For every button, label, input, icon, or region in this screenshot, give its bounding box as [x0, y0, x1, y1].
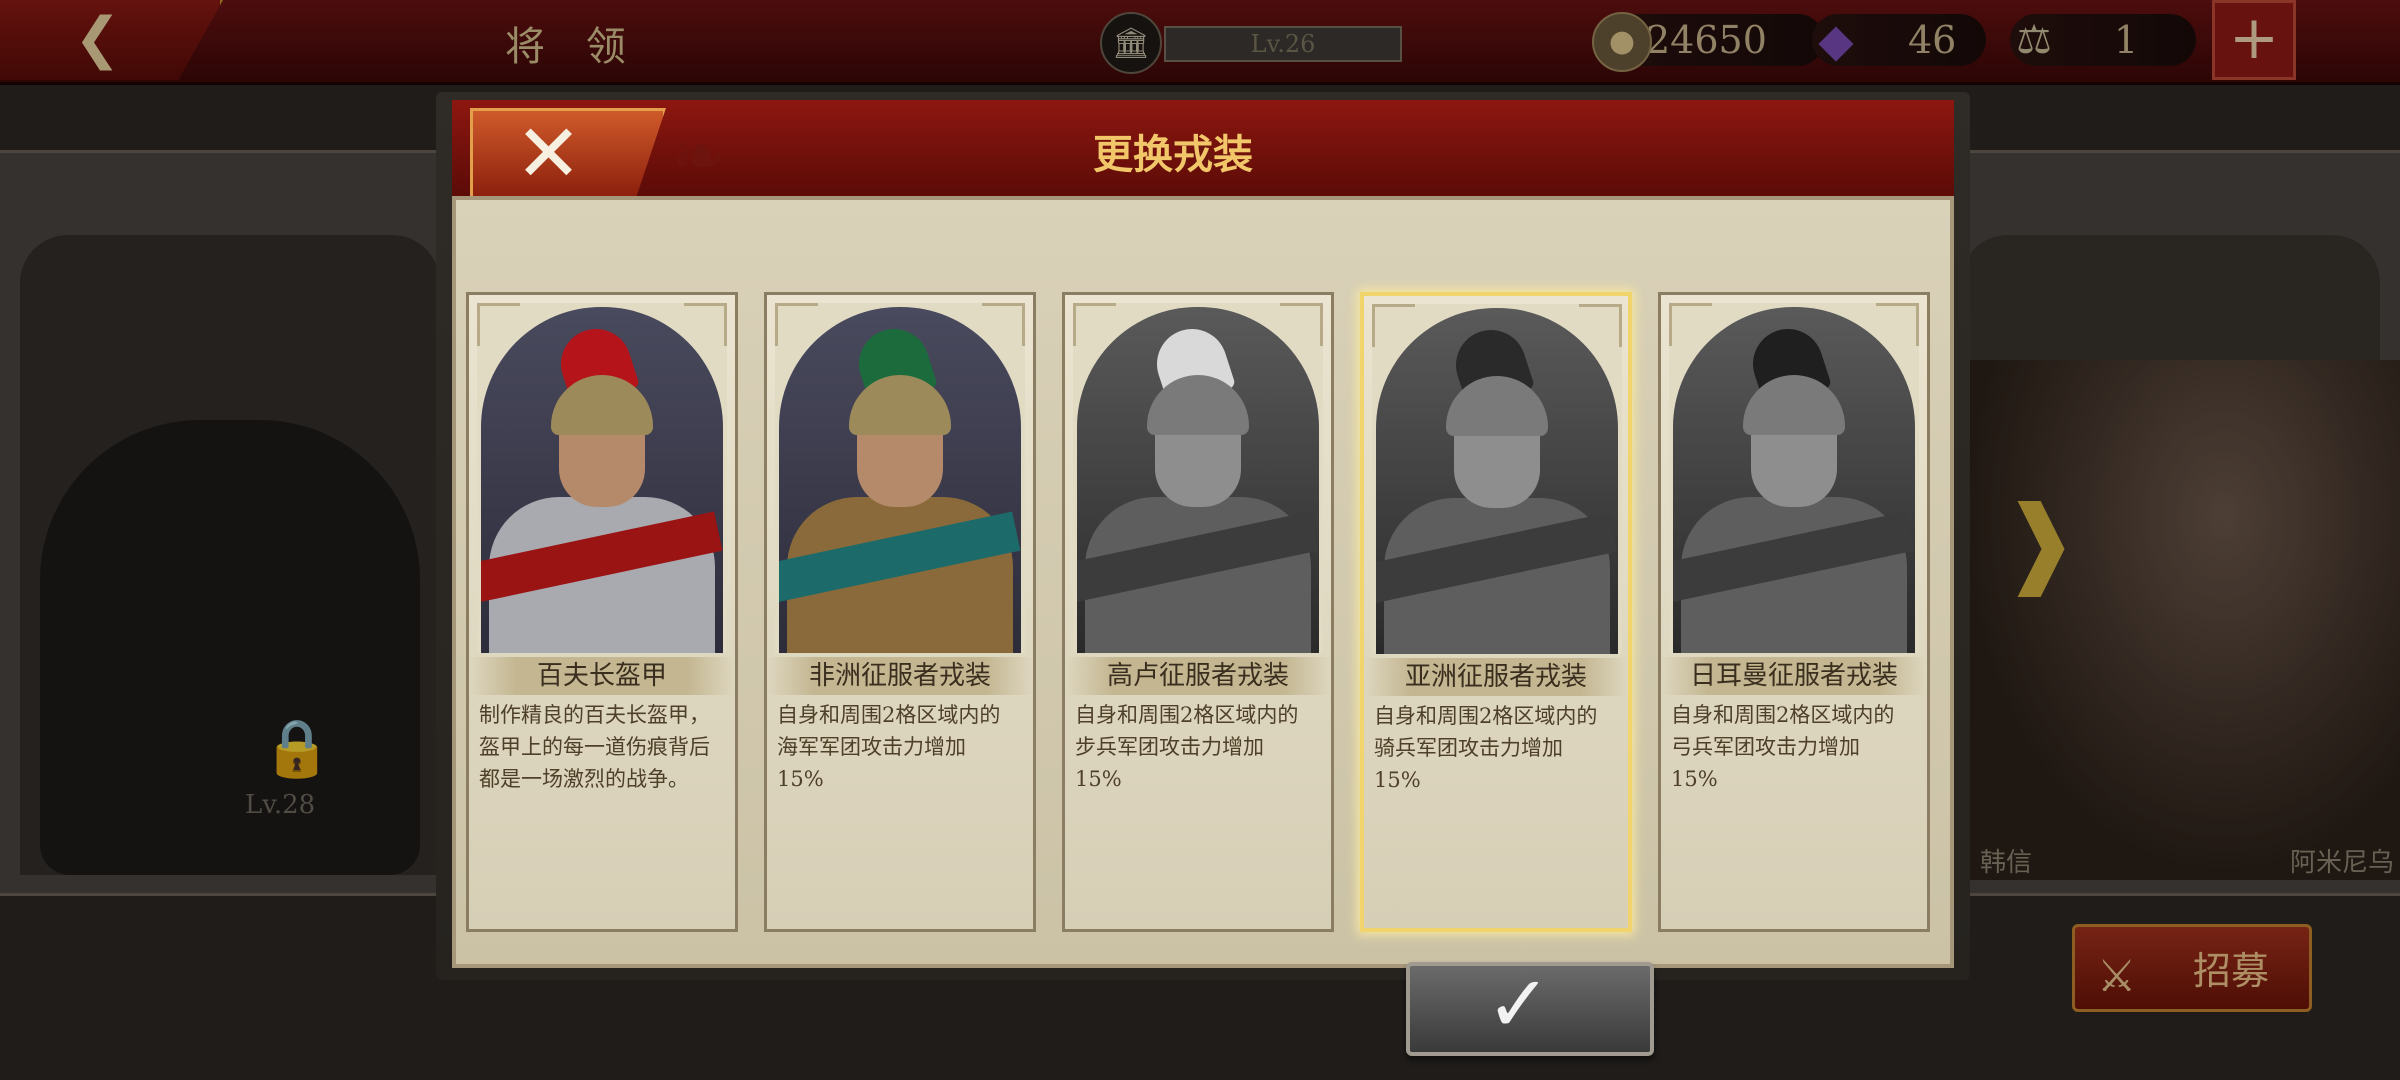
armor-name: 高卢征服者戎装: [1065, 657, 1331, 695]
confirm-button[interactable]: ✓: [1406, 960, 1654, 1056]
close-button[interactable]: ✕: [470, 108, 666, 202]
armor-card[interactable]: 亚洲征服者戎装自身和周围2格区域内的 骑兵军团攻击力增加 15%: [1360, 292, 1632, 932]
armor-card[interactable]: 百夫长盔甲制作精良的百夫长盔甲， 盔甲上的每一道伤痕背后 都是一场激烈的战争。: [466, 292, 738, 932]
armor-name: 百夫长盔甲: [469, 657, 735, 695]
change-armor-dialog: ❧ ❧ 更换戎装 ✕ 百夫长盔甲制作精良的百夫长盔甲， 盔甲上的每一道伤痕背后 …: [436, 92, 1970, 1056]
armor-name: 非洲征服者戎装: [767, 657, 1033, 695]
armor-name: 日耳曼征服者戎装: [1661, 657, 1927, 695]
armor-name: 亚洲征服者戎装: [1364, 658, 1628, 696]
checkmark-icon: ✓: [1486, 960, 1552, 1050]
armor-description: 自身和周围2格区域内的 弓兵军团攻击力增加 15%: [1671, 703, 1895, 791]
armor-card[interactable]: 非洲征服者戎装自身和周围2格区域内的 海军军团攻击力增加 15%: [764, 292, 1036, 932]
dialog-header: ❧ ❧ 更换戎装 ✕: [452, 100, 1954, 202]
armor-card[interactable]: 日耳曼征服者戎装自身和周围2格区域内的 弓兵军团攻击力增加 15%: [1658, 292, 1930, 932]
armor-card[interactable]: 高卢征服者戎装自身和周围2格区域内的 步兵军团攻击力增加 15%: [1062, 292, 1334, 932]
armor-portrait: [775, 303, 1025, 653]
armor-portrait: [1073, 303, 1323, 653]
armor-portrait: [1372, 304, 1622, 654]
dialog-title: 更换戎装: [1093, 131, 1253, 178]
armor-description: 自身和周围2格区域内的 骑兵军团攻击力增加 15%: [1374, 704, 1598, 792]
close-icon: ✕: [515, 107, 583, 200]
armor-description: 制作精良的百夫长盔甲， 盔甲上的每一道伤痕背后 都是一场激烈的战争。: [479, 703, 710, 791]
armor-portrait: [477, 303, 727, 653]
dialog-body: 百夫长盔甲 制作精良的百夫长盔甲， 盔甲上的每一道伤痕背后 都是一场激烈的战争。非…: [452, 196, 1954, 1056]
armor-description: 自身和周围2格区域内的 海军军团攻击力增加 15%: [777, 703, 1001, 791]
armor-portrait: [1669, 303, 1919, 653]
armor-description: 自身和周围2格区域内的 步兵军团攻击力增加 15%: [1075, 703, 1299, 791]
